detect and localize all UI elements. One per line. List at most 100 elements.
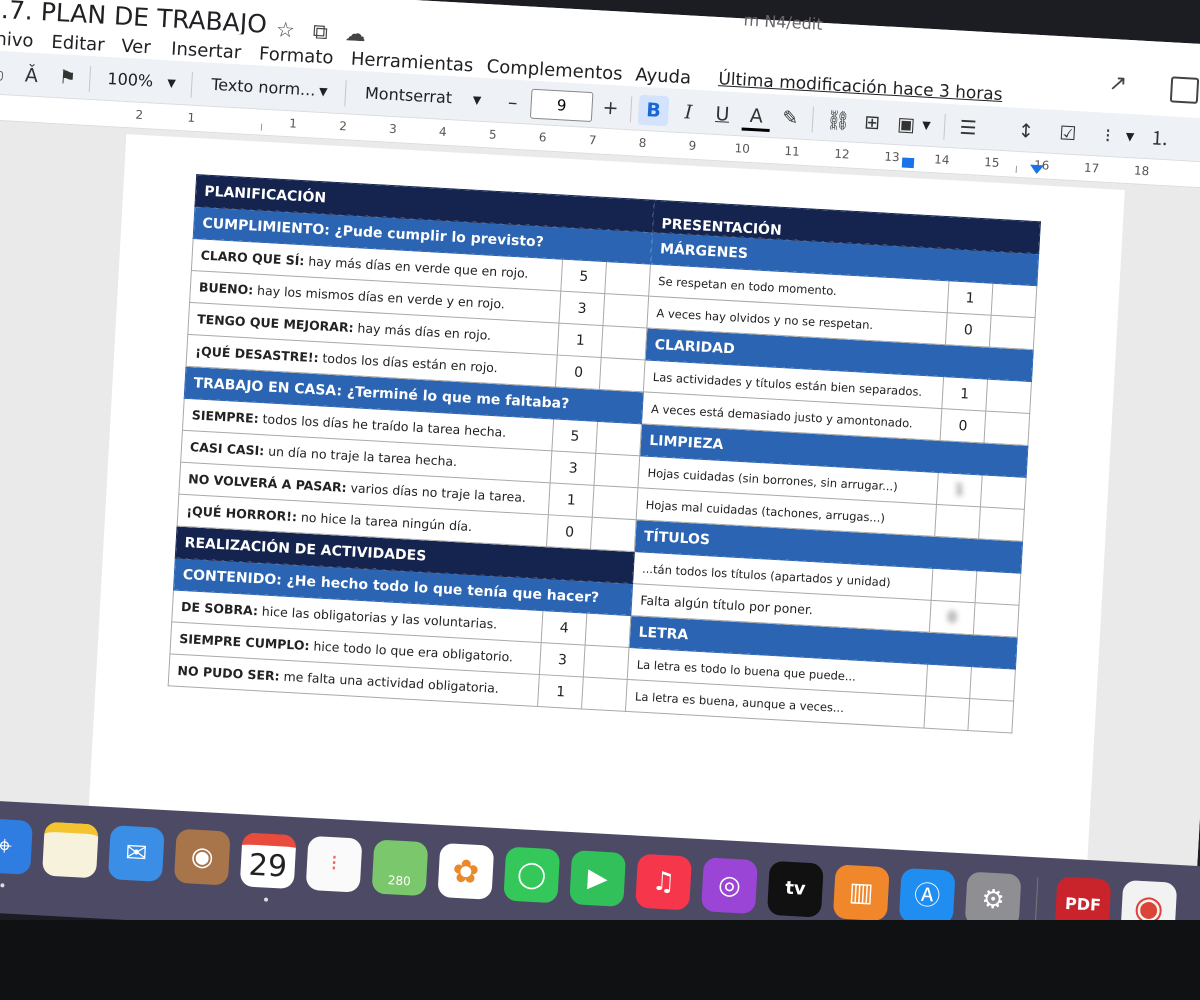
- insert-link-icon[interactable]: ⛓: [823, 105, 853, 137]
- comment-history-icon[interactable]: [1169, 76, 1200, 104]
- score-cell[interactable]: 0: [945, 312, 992, 348]
- ruler-number: 11: [784, 143, 801, 159]
- grade-cell[interactable]: [989, 315, 1036, 350]
- font-size-input[interactable]: 9: [529, 88, 594, 123]
- score-cell[interactable]: 1: [557, 323, 604, 358]
- grade-cell[interactable]: [983, 411, 1030, 446]
- grade-cell[interactable]: [599, 357, 646, 392]
- right-indent-marker[interactable]: [1029, 164, 1045, 175]
- insert-image-icon[interactable]: ▣: [891, 109, 921, 141]
- score-cell[interactable]: 3: [539, 642, 586, 678]
- bulleted-list-icon[interactable]: ⁝: [1093, 120, 1123, 152]
- paint-format-icon[interactable]: ⚑: [55, 62, 81, 93]
- score-cell[interactable]: [923, 696, 970, 731]
- dock-safari[interactable]: ⌖: [0, 817, 33, 875]
- checklist-icon[interactable]: ☑: [1053, 118, 1083, 150]
- ruler-margin-marker[interactable]: [1015, 165, 1018, 173]
- grade-cell[interactable]: [592, 485, 639, 520]
- grade-cell[interactable]: [585, 613, 632, 648]
- grade-cell[interactable]: [581, 677, 628, 712]
- score-cell[interactable]: 0: [546, 514, 593, 550]
- grade-cell[interactable]: [583, 645, 630, 680]
- chevron-down-icon[interactable]: ▼: [1125, 130, 1134, 143]
- score-cell[interactable]: [934, 504, 981, 539]
- dock-reminders[interactable]: ⁝: [305, 835, 363, 893]
- highlight-pen-icon[interactable]: ✎: [776, 102, 806, 134]
- chevron-down-icon[interactable]: ▼: [167, 76, 176, 89]
- menu-ayuda[interactable]: Ayuda: [635, 64, 692, 88]
- font-family-select[interactable]: Montserrat: [365, 83, 453, 107]
- criterion-text: todos los días están en rojo.: [318, 350, 499, 376]
- dock-app-store[interactable]: Ⓐ: [898, 867, 956, 925]
- grade-cell[interactable]: [980, 474, 1027, 510]
- chevron-down-icon[interactable]: ▼: [472, 93, 481, 106]
- dock-mail[interactable]: ✉: [107, 825, 165, 882]
- increase-font-size-button[interactable]: +: [596, 92, 626, 124]
- score-cell[interactable]: 0: [555, 355, 602, 390]
- menu-archivo[interactable]: chivo: [0, 28, 34, 52]
- underline-button[interactable]: U: [708, 99, 738, 131]
- grade-cell[interactable]: [975, 570, 1021, 606]
- bold-button[interactable]: B: [637, 94, 670, 127]
- add-comment-icon[interactable]: ⊞: [857, 107, 887, 139]
- grade-cell[interactable]: [978, 506, 1025, 542]
- grade-cell[interactable]: [603, 293, 649, 329]
- dock-facetime[interactable]: ▶: [569, 850, 627, 907]
- speech-bubble-icon: ◯: [516, 859, 548, 891]
- italic-button[interactable]: I: [674, 97, 704, 129]
- grade-cell[interactable]: [973, 602, 1019, 638]
- print-icon[interactable]: ⎙: [0, 58, 8, 89]
- score-cell[interactable]: 1: [548, 482, 595, 518]
- dock-books[interactable]: ▥: [832, 864, 890, 922]
- score-cell[interactable]: 3: [550, 450, 597, 486]
- dock-apple-tv[interactable]: tv: [766, 860, 824, 918]
- dock-contacts[interactable]: ◉: [173, 828, 231, 886]
- indent-marker[interactable]: [901, 157, 915, 169]
- spellcheck-icon[interactable]: Ǎ: [19, 60, 45, 91]
- line-spacing-icon[interactable]: ↕: [1011, 116, 1041, 148]
- dock-messages[interactable]: ◯: [503, 846, 561, 904]
- grade-cell[interactable]: [601, 325, 648, 360]
- score-cell[interactable]: 1: [947, 280, 993, 316]
- score-cell[interactable]: 0: [940, 408, 986, 443]
- score-cell[interactable]: 5: [561, 259, 607, 294]
- text-color-button[interactable]: A: [741, 100, 772, 133]
- dock-photos[interactable]: ✿: [437, 842, 495, 900]
- grade-cell[interactable]: [594, 453, 640, 488]
- score-cell[interactable]: [925, 664, 972, 699]
- grade-cell[interactable]: [969, 666, 1016, 702]
- menu-insertar[interactable]: Insertar: [171, 39, 242, 64]
- menu-formato[interactable]: Formato: [258, 43, 334, 68]
- grade-cell[interactable]: [967, 698, 1014, 734]
- score-cell[interactable]: 3: [559, 291, 605, 326]
- score-cell[interactable]: 1: [936, 472, 983, 507]
- score-cell[interactable]: [931, 568, 977, 603]
- dock-calendar[interactable]: 29: [239, 832, 297, 890]
- activity-trend-icon[interactable]: ↗: [1108, 71, 1140, 103]
- menu-editar[interactable]: Editar: [51, 32, 105, 56]
- criterion-label: ¡QUÉ HORROR!:: [186, 503, 298, 525]
- grade-cell[interactable]: [590, 517, 637, 552]
- ruler-margin-marker[interactable]: [260, 123, 263, 131]
- chevron-down-icon[interactable]: ▼: [319, 85, 328, 98]
- zoom-select[interactable]: 100%: [107, 69, 154, 91]
- grade-cell[interactable]: [985, 379, 1032, 414]
- dock-maps[interactable]: 280: [371, 839, 429, 897]
- align-left-icon[interactable]: ☰: [953, 112, 983, 144]
- paragraph-style-select[interactable]: Texto norm...: [211, 75, 316, 100]
- grade-cell[interactable]: [604, 261, 651, 297]
- grade-cell[interactable]: [596, 421, 642, 456]
- score-cell[interactable]: 4: [541, 610, 588, 646]
- dock-podcasts[interactable]: ◎: [701, 857, 758, 915]
- chevron-down-icon[interactable]: ▼: [922, 119, 931, 132]
- decrease-font-size-button[interactable]: –: [498, 87, 528, 119]
- score-cell[interactable]: 0: [929, 600, 976, 635]
- score-cell[interactable]: 5: [552, 418, 598, 454]
- score-cell[interactable]: 1: [537, 674, 584, 709]
- menu-ver[interactable]: Ver: [121, 36, 152, 59]
- score-cell[interactable]: 1: [941, 376, 988, 412]
- numbered-list-icon[interactable]: ⒈: [1145, 123, 1175, 155]
- grade-cell[interactable]: [991, 283, 1037, 318]
- dock-music[interactable]: ♫: [635, 853, 692, 911]
- dock-notes[interactable]: [42, 821, 99, 879]
